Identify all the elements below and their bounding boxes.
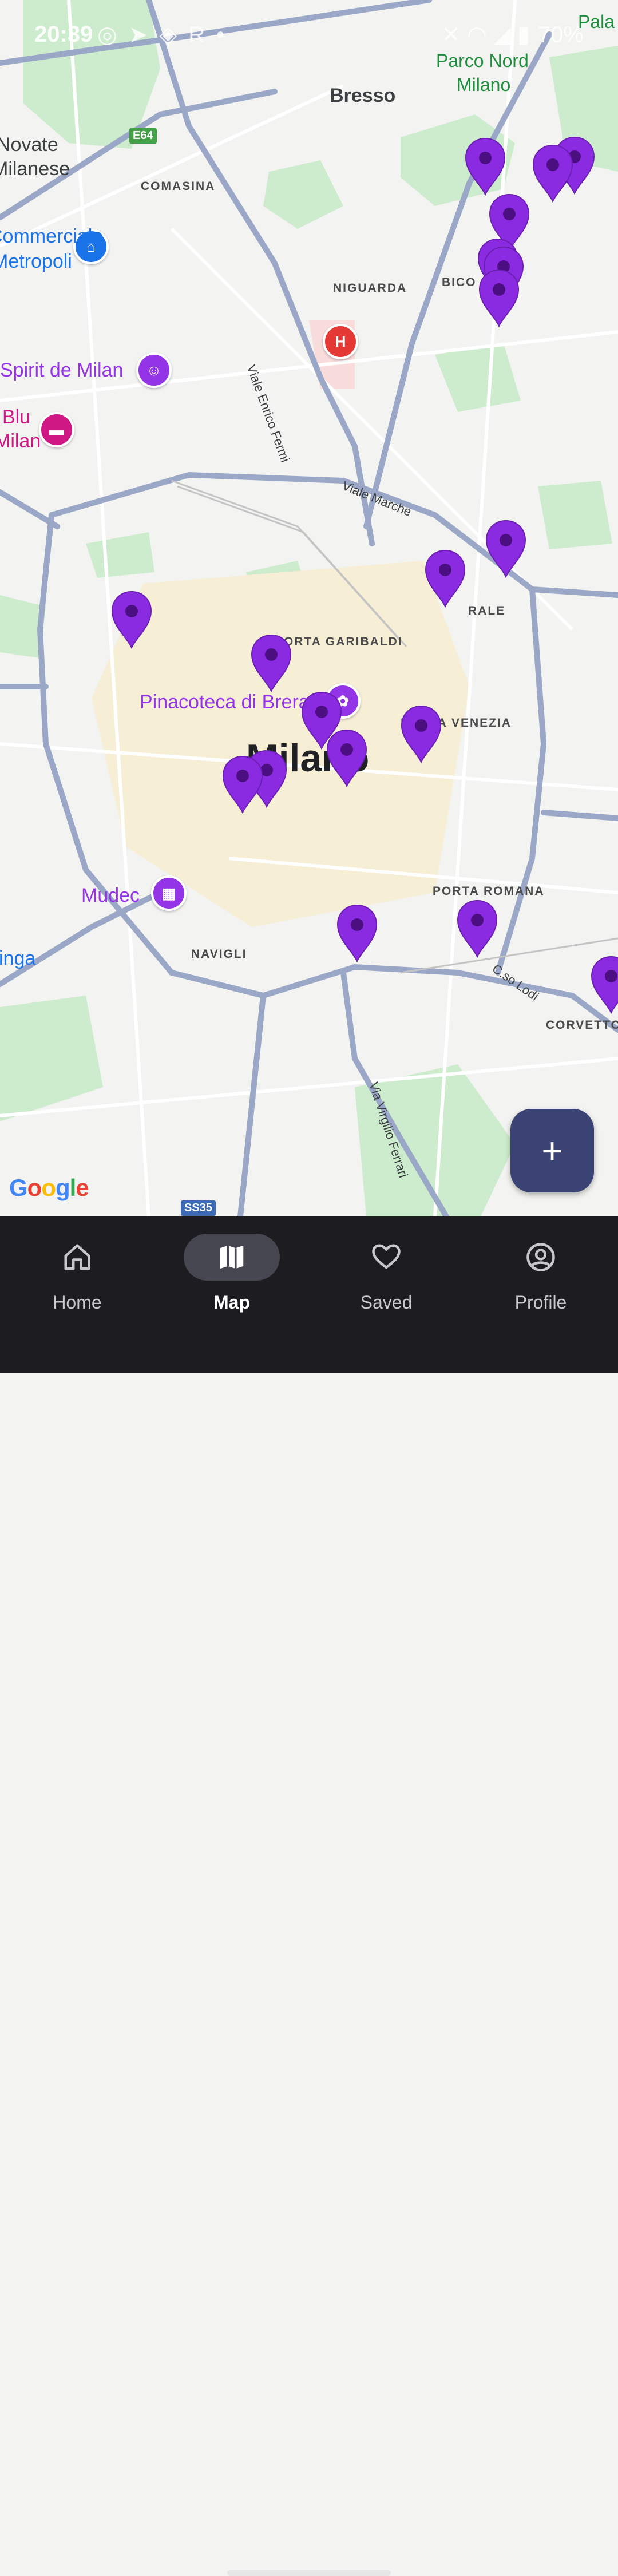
map-icon <box>220 1245 244 1269</box>
label-corvetto: CORVETTO <box>546 1018 618 1032</box>
map-marker-pin-icon[interactable] <box>464 136 507 196</box>
status-time: 20:39 <box>34 22 93 47</box>
nav-pill-home <box>29 1234 125 1281</box>
nav-pill-saved <box>338 1234 434 1281</box>
whatsapp-icon: ◎ <box>97 22 129 47</box>
map-marker-pin-icon[interactable] <box>423 548 467 608</box>
label-centrale: RALE <box>468 604 506 617</box>
label-inga: inga <box>0 948 36 969</box>
battery-icon: ▮ <box>517 22 530 47</box>
label-pinacoteca: Pinacoteca di Brera <box>140 691 310 713</box>
label-blu: Blu <box>2 406 31 428</box>
r-icon: R <box>188 22 217 47</box>
nav-item-map[interactable]: Map <box>154 1234 309 1325</box>
label-spirit: Spirit de Milan <box>0 359 124 381</box>
label-novate-2: Milanese <box>0 158 70 180</box>
theater-icon[interactable]: ☺ <box>136 352 172 388</box>
nav-item-saved[interactable]: Saved <box>309 1234 464 1325</box>
label-mudec: Mudec <box>81 885 140 906</box>
heart-icon <box>372 1244 401 1269</box>
status-bar: 20:39 ◎➤◈R• ✕ ◠ ◢ ▮ 70% <box>0 0 618 69</box>
signal-icon: ◢ <box>493 22 511 47</box>
map-marker-pin-icon[interactable] <box>399 704 443 763</box>
museum-icon[interactable]: ▦ <box>151 875 187 911</box>
home-icon <box>64 1244 90 1270</box>
nav-label-home: Home <box>53 1292 102 1313</box>
hotel-icon[interactable]: ▬ <box>39 412 74 447</box>
nav-item-home[interactable]: Home <box>0 1234 154 1325</box>
battery-level: 70% <box>537 22 584 47</box>
map-marker-pin-icon[interactable] <box>221 754 264 814</box>
label-parco-nord-2: Milano <box>457 74 511 95</box>
map-marker-pin-icon[interactable] <box>589 954 618 1014</box>
map-marker-pin-icon[interactable] <box>531 143 575 203</box>
bottom-navigation: Home Map Saved Profile <box>0 1216 618 2576</box>
label-navigli: NAVIGLI <box>191 948 247 961</box>
hospital-letter: H <box>335 332 346 350</box>
map-view[interactable]: ⌂ H ☺ ▬ ✿ ▦ Bresso Parco Nord Milano Pal… <box>0 0 618 1216</box>
add-button[interactable]: + <box>510 1109 594 1192</box>
mute-icon: ✕ <box>441 22 461 47</box>
nav-item-profile[interactable]: Profile <box>464 1234 618 1325</box>
map-marker-pin-icon[interactable] <box>335 903 379 962</box>
gesture-bar <box>227 2570 391 2576</box>
status-system-icons: ✕ ◠ ◢ ▮ 70% <box>441 22 584 48</box>
map-marker-pin-icon[interactable] <box>249 633 293 692</box>
label-novate: Novate <box>0 134 58 156</box>
nav-pill-profile <box>493 1234 589 1281</box>
label-porta-garibaldi: PORTA GARIBALDI <box>275 635 403 648</box>
road-shield-e64: E64 <box>129 128 157 144</box>
hospital-icon[interactable]: H <box>323 324 358 359</box>
nav-label-profile: Profile <box>514 1292 567 1313</box>
label-commerciale: Commerciale <box>0 225 104 247</box>
send-icon: ➤ <box>128 22 160 47</box>
map-marker-pin-icon[interactable] <box>484 518 528 578</box>
label-metropoli: Metropoli <box>0 251 72 272</box>
label-niguarda: NIGUARDA <box>333 282 407 295</box>
status-notification-icons: ◎➤◈R• <box>97 22 236 48</box>
profile-icon <box>526 1243 555 1271</box>
label-porta-romana: PORTA ROMANA <box>433 885 545 898</box>
shield-icon: ◈ <box>159 22 189 47</box>
nav-label-map: Map <box>213 1292 250 1313</box>
wifi-icon: ◠ <box>467 22 487 47</box>
label-comasina: COMASINA <box>141 180 216 193</box>
label-bresso: Bresso <box>330 85 396 106</box>
add-icon: + <box>541 1130 563 1171</box>
label-blu-2: Milan <box>0 430 41 452</box>
nav-label-saved: Saved <box>360 1292 413 1313</box>
dot-icon: • <box>216 22 236 47</box>
label-bicocca: BICO <box>442 276 477 289</box>
google-logo: Google <box>9 1174 89 1201</box>
nav-pill-map <box>184 1234 280 1281</box>
map-marker-pin-icon[interactable] <box>477 268 521 327</box>
road-shield-ss35: SS35 <box>181 1200 216 1216</box>
map-marker-pin-icon[interactable] <box>455 898 499 958</box>
map-marker-pin-icon[interactable] <box>325 728 369 787</box>
map-base <box>0 0 618 1216</box>
map-marker-pin-icon[interactable] <box>110 589 153 649</box>
